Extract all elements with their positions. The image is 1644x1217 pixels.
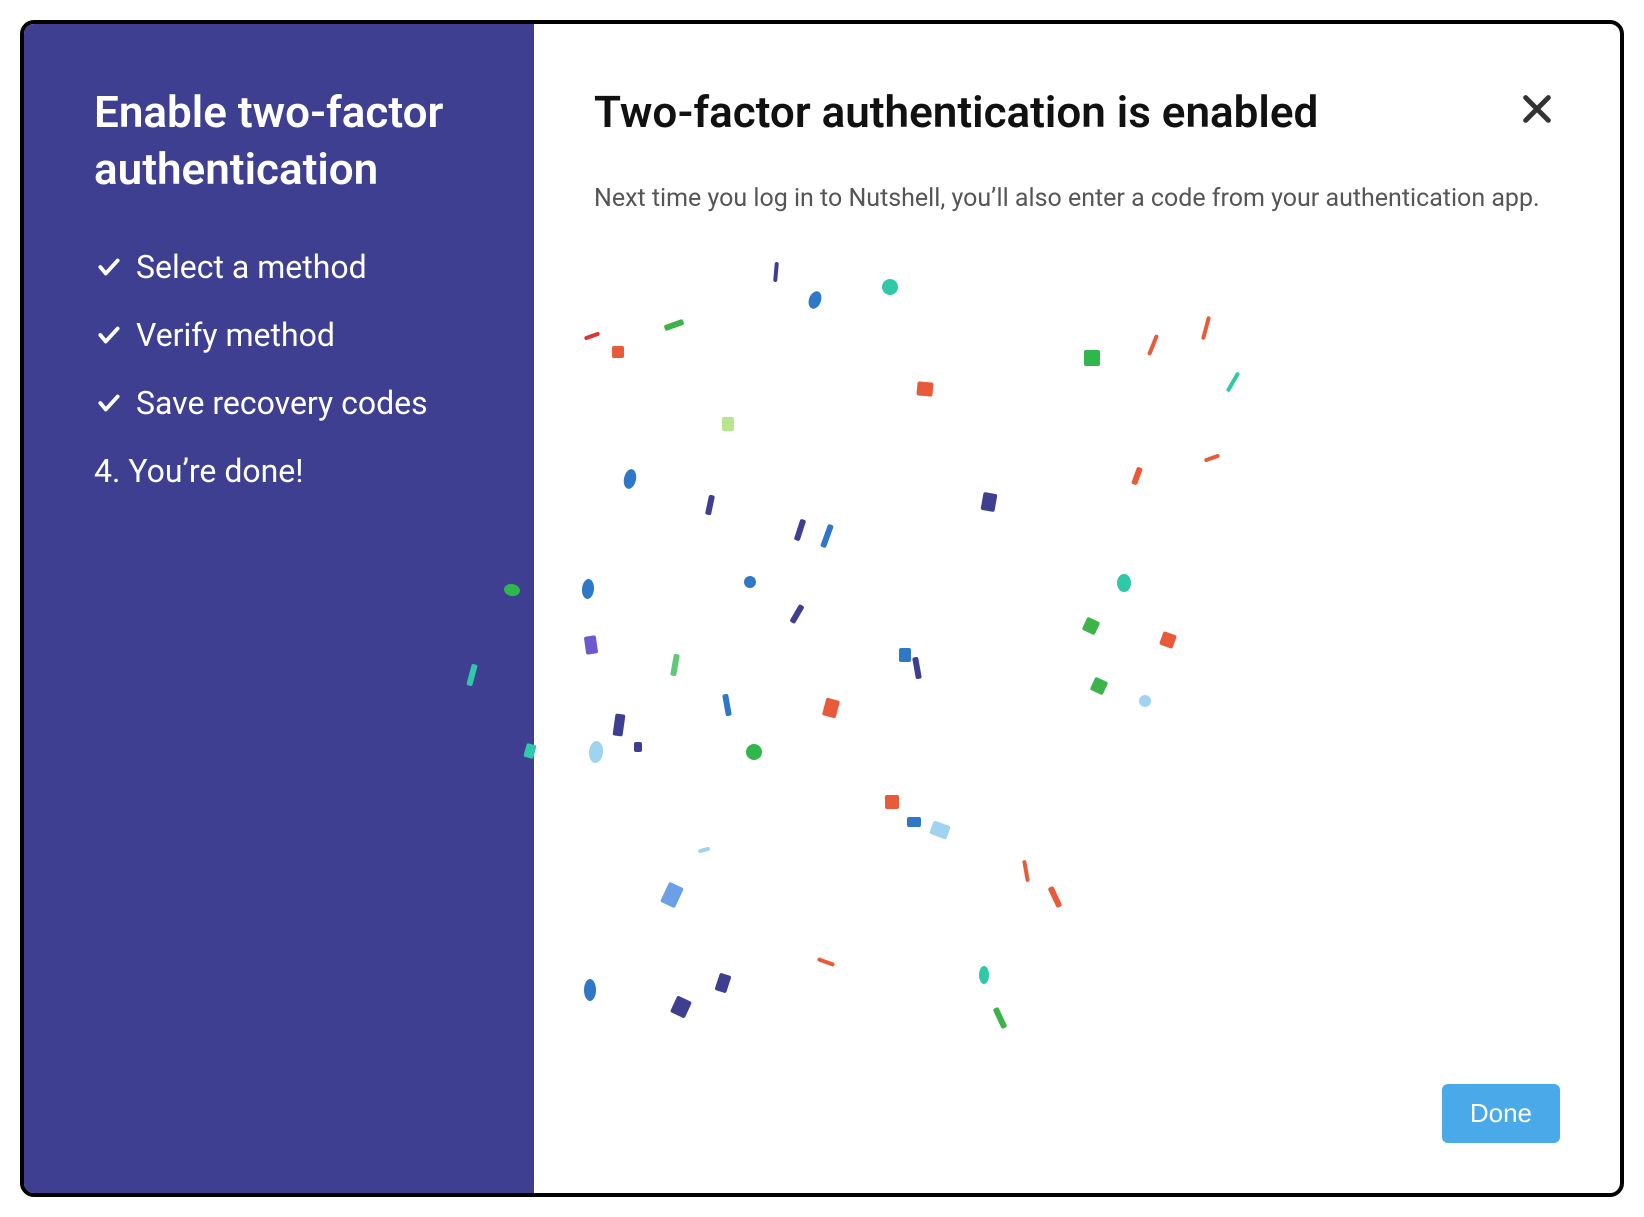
done-button[interactable]: Done [1442,1084,1560,1143]
wizard-sidebar: Enable two-factor authentication Select … [24,24,534,1193]
wizard-step: 4. You’re done! [94,452,484,490]
wizard-step-label: Save recovery codes [136,384,428,422]
main-body-text: Next time you log in to Nutshell, you’ll… [594,180,1554,218]
check-icon [94,390,124,416]
modal-main: Two-factor authentication is enabled Nex… [534,24,1620,1193]
wizard-step-label: Select a method [136,248,367,286]
close-button[interactable] [1514,86,1560,135]
two-factor-modal: Enable two-factor authentication Select … [20,20,1624,1197]
check-icon [94,322,124,348]
wizard-step-label: 4. You’re done! [94,452,304,490]
sidebar-title: Enable two-factor authentication [94,84,484,198]
wizard-step: Verify method [94,316,484,354]
main-title: Two-factor authentication is enabled [594,86,1318,138]
wizard-step: Save recovery codes [94,384,484,422]
wizard-steps-list: Select a method Verify method Save recover… [94,248,484,490]
wizard-step: Select a method [94,248,484,286]
close-icon [1520,114,1554,129]
check-icon [94,254,124,280]
wizard-step-label: Verify method [136,316,335,354]
